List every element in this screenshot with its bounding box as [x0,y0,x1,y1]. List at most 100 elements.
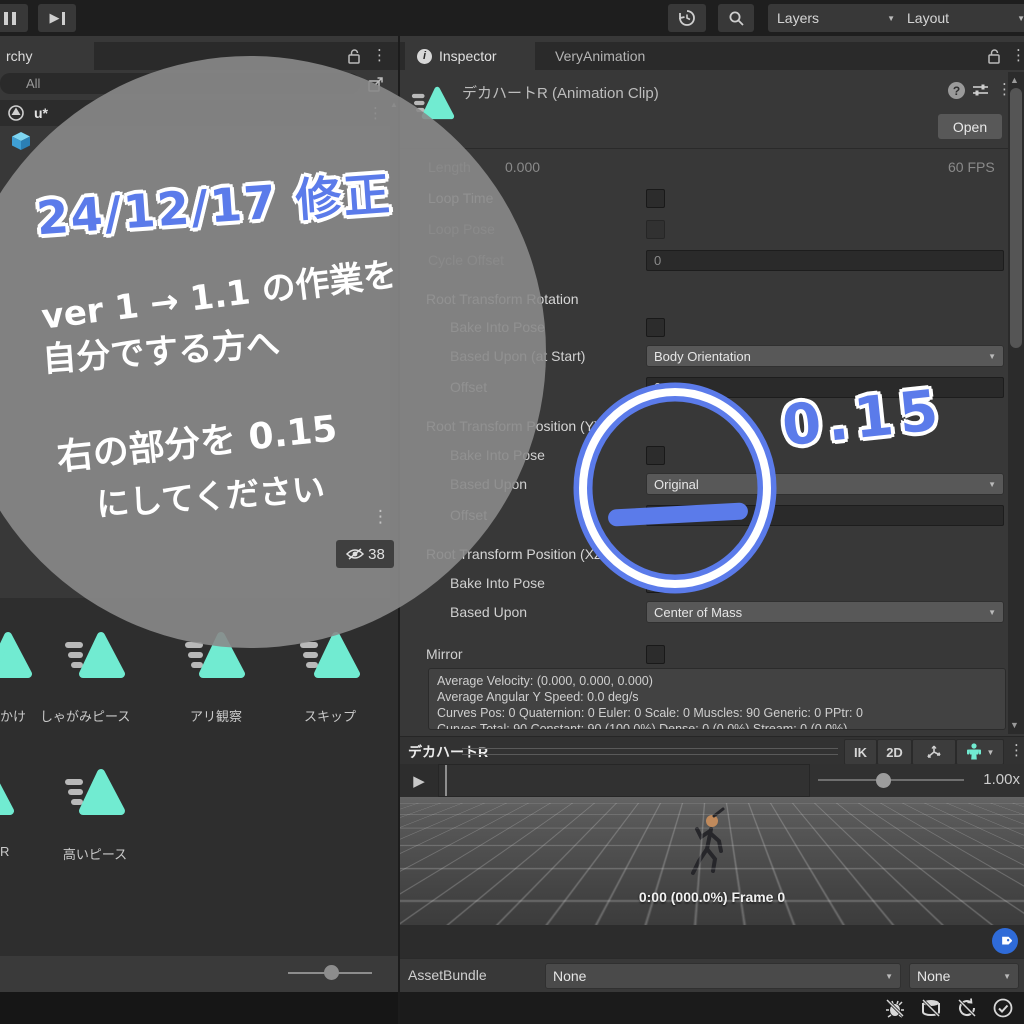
chevron-down-icon: ▼ [887,13,895,23]
tab-veryanimation[interactable]: VeryAnimation [545,42,655,70]
rtpxz-based-dropdown[interactable]: Center of Mass ▼ [646,601,1004,623]
clip-stats-box: Average Velocity: (0.000, 0.000, 0.000) … [428,668,1006,730]
help-icon[interactable]: ? [948,82,965,99]
ground-grid [400,797,1024,803]
tag-icon [1002,936,1012,945]
assetbundle-variant-dropdown[interactable]: None ▼ [909,963,1019,989]
hidden-objects-badge[interactable]: 38 [336,540,394,568]
menu-dots-icon[interactable]: ⋮ [1011,48,1024,63]
asset-label[interactable]: スキップ [300,706,360,725]
search-button[interactable] [718,4,754,32]
menu-dots-icon[interactable]: ⋮ [1009,743,1024,758]
fps-value: 60 FPS [948,159,995,175]
avatar-preview-button[interactable]: ▼ [956,739,1004,765]
asset-label[interactable]: 高いピース [50,844,140,863]
assetbundle-label: AssetBundle [408,967,487,983]
pivot-axis-icon [927,745,941,758]
layers-dropdown[interactable]: Layers ▼ [768,4,904,32]
project-panel: かけ しゃがみピース アリ観察 スキップ R 高いピース [0,598,398,956]
info-icon: i [417,48,432,64]
undo-history-button[interactable] [668,4,706,32]
cycle-offset-field: 0 [646,249,1004,271]
tab-inspector[interactable]: i Inspector [405,42,535,70]
chevron-down-icon: ▼ [988,607,996,617]
thumbnail-zoom-handle[interactable] [324,965,339,980]
scroll-down-icon: ▼ [1010,720,1019,730]
pause-icon [4,11,16,25]
menu-dots-icon[interactable]: ⋮ [372,48,387,63]
chevron-down-icon: ▼ [988,351,996,361]
history-icon [679,10,695,26]
play-icon: ▶ [413,772,425,790]
asset-label[interactable]: アリ観察 [186,706,246,725]
scroll-up-icon: ▲ [1010,75,1019,85]
tab-hierarchy[interactable]: rchy [0,42,94,70]
timeline-playhead[interactable] [445,765,447,796]
check-circle-icon[interactable] [992,997,1014,1019]
unity-scene-icon [8,105,24,121]
assetbundle-row: AssetBundle None ▼ None ▼ [400,958,1024,993]
unity-editor-window: ▶ Layers ▼ Layout ▼ rchy ⋮ All u* かけ しゃが… [0,0,1024,1024]
preview-header: デカハートR IK 2D ▼ ⋮ [400,736,1024,766]
preview-play-button[interactable]: ▶ [400,764,439,797]
pause-button[interactable] [0,4,28,32]
inspector-scrollbar[interactable]: ▲ ▼ [1008,72,1024,734]
animation-clip-icon[interactable] [63,765,127,819]
chevron-down-icon: ▼ [1003,971,1011,981]
speed-slider-handle[interactable] [876,773,891,788]
rtr-based-dropdown[interactable]: Body Orientation ▼ [646,345,1004,367]
layout-dropdown[interactable]: Layout ▼ [898,4,1024,32]
step-button[interactable]: ▶ [38,4,76,32]
mirror-row: Mirror [400,642,1010,666]
chevron-down-icon: ▼ [986,747,995,757]
speed-value: 1.00x [983,771,1020,788]
ik-toggle-button[interactable]: IK [844,739,877,765]
2d-toggle-button[interactable]: 2D [877,739,912,765]
chevron-down-icon: ▼ [1017,13,1024,23]
unlock-icon[interactable] [988,49,1001,64]
asset-label[interactable]: かけ [0,706,26,725]
preview-3d-viewport[interactable]: 0:00 (000.0%) Frame 0 [400,797,1024,925]
loop-pose-checkbox [646,219,665,239]
pivot-button[interactable] [912,739,956,765]
inspector-tabstrip: i Inspector VeryAnimation ⋮ [400,42,1024,70]
preview-character [691,807,725,875]
rtpxz-based-row: Based Upon Center of Mass ▼ [400,600,1010,624]
main-toolbar: ▶ Layers ▼ Layout ▼ [0,0,1024,36]
menu-dots-icon[interactable]: ⋮ [372,508,389,525]
rtr-bake-checkbox[interactable] [646,317,665,337]
scene-name: u* [34,105,48,121]
refresh-disabled-icon[interactable] [956,997,978,1019]
speed-slider[interactable] [818,779,964,781]
clip-title: デカハートR (Animation Clip) [462,85,659,102]
search-icon [729,11,744,26]
scrollbar-thumb[interactable] [1010,88,1022,348]
bottom-status-bar [400,992,1024,1024]
asset-label[interactable]: しゃがみピース [40,706,154,725]
open-button[interactable]: Open [938,114,1002,139]
preview-speed-area: 1.00x [810,764,1024,797]
presets-icon[interactable] [972,82,989,99]
assetbundle-main-dropdown[interactable]: None ▼ [545,963,901,989]
unlock-icon[interactable] [348,49,361,64]
clip-header: デカハートR (Animation Clip) ? ⋮ Open [400,70,1024,149]
avatar-icon [966,743,981,760]
step-icon: ▶ [50,10,65,26]
animation-clip-icon[interactable] [0,628,34,682]
asset-labels-button[interactable] [992,928,1018,954]
preview-drag-handle[interactable] [462,748,838,755]
preview-timeline[interactable] [438,764,810,797]
hidden-count: 38 [368,545,385,563]
chevron-down-icon: ▼ [988,479,996,489]
asset-label[interactable]: R [0,844,9,859]
chevron-down-icon: ▼ [885,971,893,981]
blue-circle-annotation [573,382,777,594]
collab-disabled-icon[interactable] [920,997,942,1019]
mirror-checkbox[interactable] [646,644,665,664]
preview-footer-strip [400,925,1024,958]
frame-info: 0:00 (000.0%) Frame 0 [638,889,786,905]
loop-time-checkbox[interactable] [646,188,665,208]
animation-clip-icon[interactable] [0,765,16,819]
animation-clip-icon[interactable] [63,628,127,682]
debug-disabled-icon[interactable] [884,997,906,1019]
